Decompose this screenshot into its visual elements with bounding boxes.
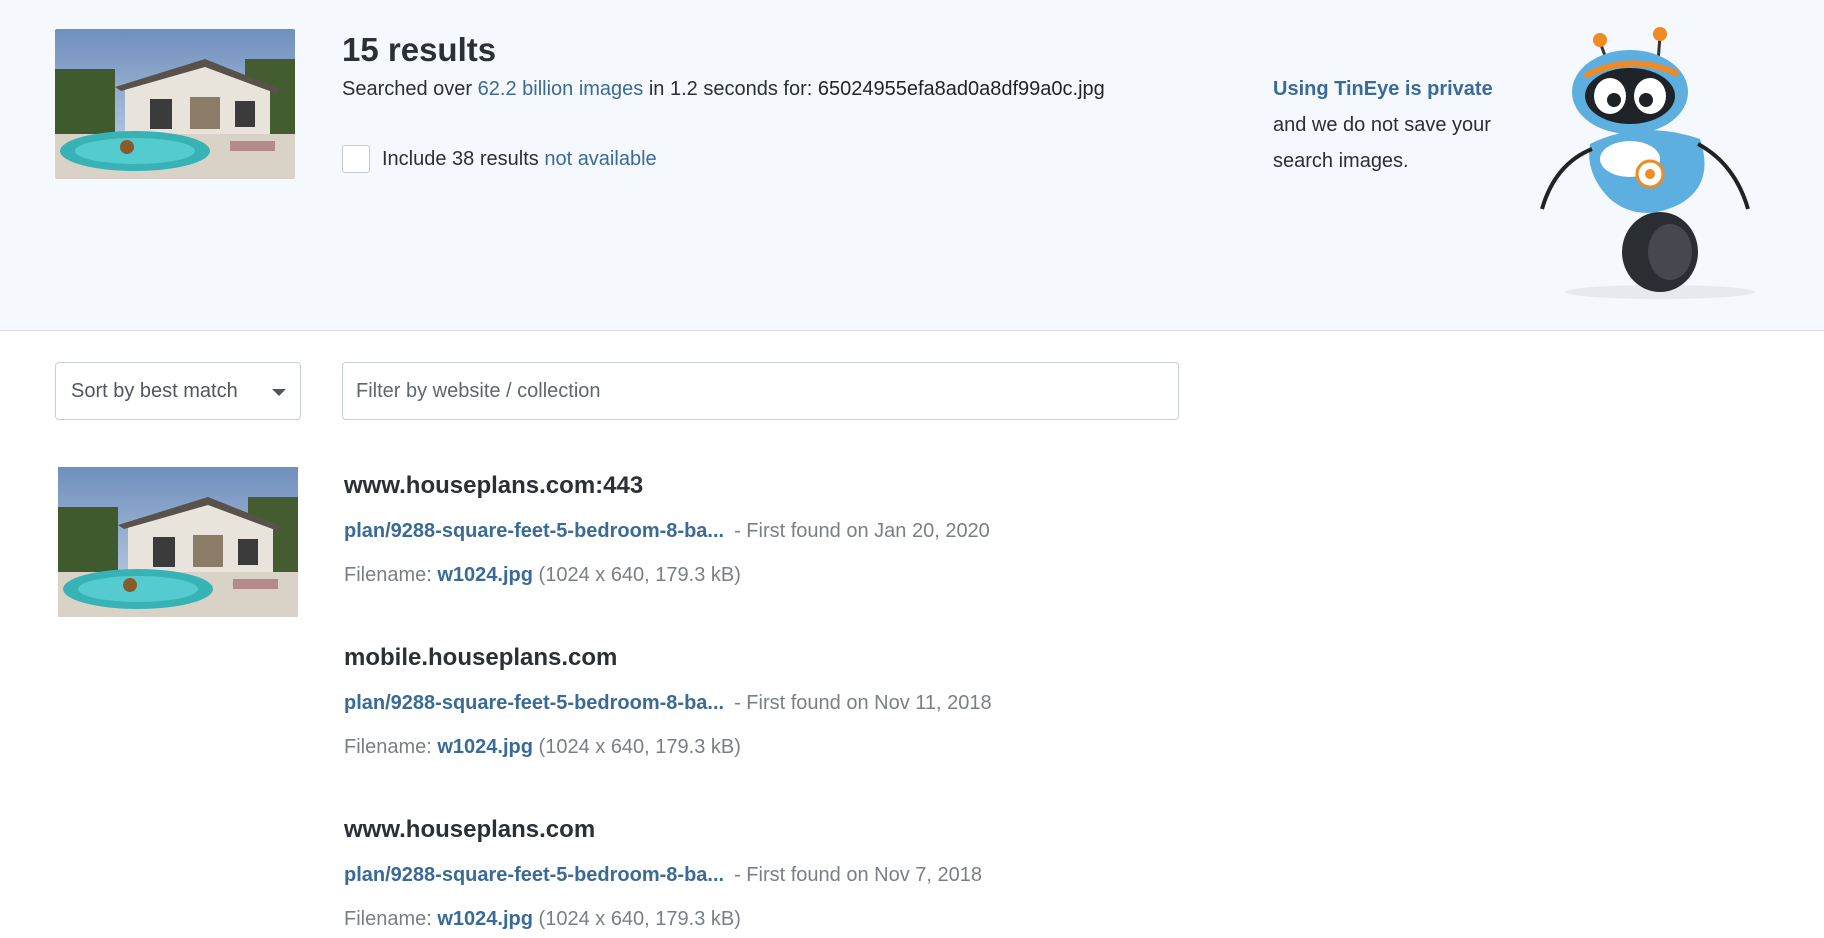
include-unavailable-row: Include 38 results not available	[342, 145, 657, 173]
privacy-link[interactable]: Using TinEye is private	[1273, 71, 1513, 107]
result-item: www.houseplans.com plan/9288-square-feet…	[344, 814, 982, 933]
searched-mid: in 1.2 seconds for:	[643, 78, 818, 100]
results-summary: 15 results Searched over 62.2 billion im…	[342, 28, 1105, 101]
search-stats: Searched over 62.2 billion images in 1.2…	[342, 78, 1105, 101]
result-item: www.houseplans.com:443 plan/9288-square-…	[344, 470, 990, 589]
sort-label: Sort by best match	[71, 379, 238, 402]
result-filename-link[interactable]: w1024.jpg	[437, 908, 533, 930]
result-first-found: - First found on Jan 20, 2020	[734, 520, 990, 542]
result-path-line: plan/9288-square-feet-5-bedroom-8-ba... -…	[344, 689, 992, 717]
result-path-line: plan/9288-square-feet-5-bedroom-8-ba... -…	[344, 861, 982, 889]
result-file-info: (1024 x 640, 179.3 kB)	[538, 736, 741, 758]
result-domain[interactable]: www.houseplans.com	[344, 814, 982, 846]
not-available-link[interactable]: not available	[544, 148, 656, 171]
search-summary-panel: 15 results Searched over 62.2 billion im…	[0, 0, 1824, 331]
tineye-robot-mascot-icon	[1530, 24, 1770, 304]
privacy-notice: Using TinEye is private and we do not sa…	[1273, 71, 1513, 179]
result-file-info: (1024 x 640, 179.3 kB)	[538, 908, 741, 930]
result-first-found: - First found on Nov 11, 2018	[734, 692, 992, 714]
result-file-line: Filename: w1024.jpg (1024 x 640, 179.3 k…	[344, 733, 992, 761]
match-image-thumbnail[interactable]	[58, 467, 298, 617]
result-domain[interactable]: mobile.houseplans.com	[344, 642, 992, 674]
caret-down-icon	[272, 389, 286, 396]
result-file-line: Filename: w1024.jpg (1024 x 640, 179.3 k…	[344, 905, 982, 933]
sort-dropdown[interactable]: Sort by best match	[55, 362, 301, 420]
result-filename-link[interactable]: w1024.jpg	[437, 736, 533, 758]
result-filename-link[interactable]: w1024.jpg	[437, 564, 533, 586]
result-path-link[interactable]: plan/9288-square-feet-5-bedroom-8-ba...	[344, 692, 724, 714]
filename-label: Filename:	[344, 564, 438, 586]
filename-label: Filename:	[344, 908, 438, 930]
result-path-link[interactable]: plan/9288-square-feet-5-bedroom-8-ba...	[344, 520, 724, 542]
result-path-line: plan/9288-square-feet-5-bedroom-8-ba... -…	[344, 517, 990, 545]
filter-input[interactable]	[342, 362, 1179, 420]
result-domain[interactable]: www.houseplans.com:443	[344, 470, 990, 502]
query-filename: 65024955efa8ad0a8df99a0c.jpg	[817, 78, 1105, 100]
include-unavailable-label: Include 38 results	[382, 147, 539, 170]
result-first-found: - First found on Nov 7, 2018	[734, 864, 983, 886]
result-path-link[interactable]: plan/9288-square-feet-5-bedroom-8-ba...	[344, 864, 724, 886]
privacy-text: and we do not save your search images.	[1273, 114, 1491, 172]
image-count-link[interactable]: 62.2 billion images	[478, 78, 644, 100]
searched-prefix: Searched over	[342, 78, 478, 100]
result-item: mobile.houseplans.com plan/9288-square-f…	[344, 642, 992, 761]
result-file-line: Filename: w1024.jpg (1024 x 640, 179.3 k…	[344, 561, 990, 589]
query-image-thumbnail	[55, 29, 295, 179]
results-count: 15 results	[342, 31, 497, 68]
include-unavailable-checkbox[interactable]	[342, 145, 370, 173]
filename-label: Filename:	[344, 736, 438, 758]
result-file-info: (1024 x 640, 179.3 kB)	[538, 564, 741, 586]
